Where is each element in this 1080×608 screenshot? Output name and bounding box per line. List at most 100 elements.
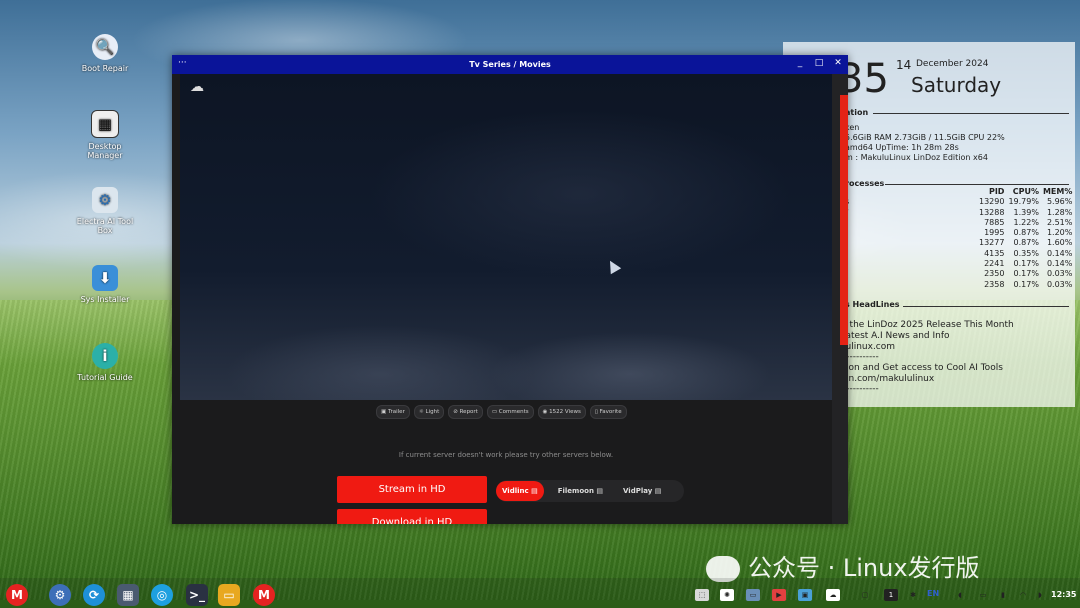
app-store-icon[interactable]: ▦ (117, 584, 139, 606)
pid: 13290 (979, 197, 1005, 207)
desktop-manager-icon: ▦ (91, 110, 119, 138)
server-filemoon[interactable]: Filemoon ▤ (552, 481, 609, 501)
tray-window-icon[interactable]: ▭ (746, 589, 760, 601)
table-row: 7885 1.22% 2.51% (977, 218, 1074, 228)
table-header-row: PID CPU% MEM% (977, 187, 1074, 197)
section-processes: rocesses (845, 179, 885, 188)
desktop-icon-label: Electra AI Tool Box (76, 217, 134, 235)
light-button[interactable]: ☼ Light (413, 405, 445, 419)
pid: 7885 (984, 217, 1005, 227)
desktop-icon-electra-ai[interactable]: ⚙ Electra AI Tool Box (70, 187, 140, 235)
clock-weekday: Saturday (911, 73, 1002, 97)
tray-video-icon[interactable]: ▶ (772, 589, 786, 601)
report-button[interactable]: ⊘ Report (448, 405, 483, 419)
divider (903, 306, 1069, 307)
cpu: 0.17% (1013, 269, 1039, 279)
table-row: 13290 19.79% 5.96% (977, 197, 1074, 207)
browser-icon[interactable]: ◎ (151, 584, 173, 606)
minimize-button[interactable]: _ (794, 58, 806, 68)
desktop-icon-sys-installer[interactable]: ⬇ Sys Installer (70, 265, 140, 304)
makulu-app-icon[interactable]: M (253, 584, 275, 606)
table-row: 2350 0.17% 0.03% (977, 269, 1074, 279)
tray-volume-icon[interactable]: ◗ (1033, 589, 1047, 601)
mouse-cursor-icon (604, 257, 622, 275)
table-row: 13288 1.39% 1.28% (977, 208, 1074, 218)
tray-monitor-icon[interactable]: ▭ (976, 589, 990, 601)
info-line: 5.6GiB RAM 2.73GiB / 11.5GiB CPU 22% (845, 133, 1005, 142)
mem: 1.28% (1046, 207, 1073, 217)
column-header: MEM% (1042, 187, 1073, 196)
desktop-icon-label: Desktop Manager (87, 142, 123, 160)
installer-icon: ⬇ (92, 265, 118, 291)
settings-gear-icon[interactable]: ⚙ (49, 584, 71, 606)
sync-icon[interactable]: ⟳ (83, 584, 105, 606)
desktop-icon-desktop-manager[interactable]: ▦ Desktop Manager (70, 110, 140, 160)
electra-ai-icon: ⚙ (92, 187, 118, 213)
stream-hd-button[interactable]: Stream in HD (337, 476, 487, 503)
comments-button[interactable]: ▭ Comments (486, 405, 534, 419)
tray-ai-icon[interactable]: ✺ (720, 589, 734, 601)
info-line: m : MakuluLinux LinDoz Edition x64 (845, 153, 988, 162)
info-icon: i (92, 343, 118, 369)
tray-usb-icon[interactable]: ⬚ (695, 589, 709, 601)
server-label: VidPlay (623, 487, 653, 495)
server-icon: ▤ (654, 487, 662, 495)
video-actions: ▣ Trailer ☼ Light ⊘ Report ▭ Comments ◉ … (376, 405, 627, 419)
mem: 0.14% (1046, 248, 1073, 258)
tray-weather-icon[interactable]: ☁ (826, 589, 840, 601)
tray-bluetooth-icon[interactable]: ✱ (906, 589, 920, 601)
video-player[interactable]: ☁ (180, 74, 832, 400)
folder-icon[interactable]: ▭ (218, 584, 240, 606)
table-row: 4135 0.35% 0.14% (977, 249, 1074, 259)
server-icon: ▤ (596, 487, 603, 495)
headline: on.com/makululinux (843, 374, 935, 384)
tray-speaker-icon[interactable]: ◖ (953, 589, 967, 601)
desktop-icon-boot-repair[interactable]: 🔍 Boot Repair (70, 34, 140, 73)
window-titlebar[interactable]: ··· Tv Series / Movies _ □ ✕ (172, 55, 848, 74)
server-vidplay[interactable]: VidPlay ▤ (617, 481, 667, 501)
column-header: PID (988, 187, 1005, 196)
mem: 0.14% (1046, 259, 1073, 269)
tray-language[interactable]: EN (927, 589, 939, 598)
divider (873, 113, 1069, 114)
clock-month-year: December 2024 (916, 59, 989, 69)
headline: eon and Get access to Cool AI Tools (843, 363, 1003, 373)
cpu: 0.35% (1013, 248, 1039, 258)
favorite-button[interactable]: ▯ Favorite (589, 405, 627, 419)
pid: 13277 (979, 238, 1005, 248)
maximize-button[interactable]: □ (813, 58, 825, 68)
desktop-icon-tutorial-guide[interactable]: i Tutorial Guide (70, 343, 140, 382)
pid: 1995 (984, 228, 1005, 238)
mem: 5.96% (1046, 197, 1073, 207)
table-row: 1995 0.87% 1.20% (977, 228, 1074, 238)
cpu: 0.17% (1013, 259, 1039, 269)
mem: 2.51% (1046, 217, 1073, 227)
pid: 4135 (984, 248, 1005, 258)
server-icon: ▤ (531, 487, 538, 495)
tray-wifi-icon[interactable]: ◠ (1016, 589, 1030, 601)
headline: latest A.I News and Info (843, 331, 950, 341)
cpu: 0.17% (1013, 279, 1039, 289)
server-vidlinc[interactable]: Vidlinc ▤ (496, 481, 544, 501)
tray-image-icon[interactable]: ▣ (798, 589, 812, 601)
download-hd-button[interactable]: Download in HD (337, 509, 487, 524)
server-label: Vidlinc (502, 487, 529, 495)
cpu: 0.87% (1013, 228, 1039, 238)
taskbar-clock[interactable]: 12:35 (1051, 590, 1076, 599)
headline: ----------- (843, 384, 879, 394)
start-menu-icon[interactable]: M (6, 584, 28, 606)
tray-network-icon[interactable]: ▢ (858, 589, 872, 601)
server-note: If current server doesn't work please tr… (398, 451, 614, 459)
table-row: 2358 0.17% 0.03% (977, 280, 1074, 290)
pid: 2241 (984, 259, 1005, 269)
divider (885, 184, 1069, 185)
cpu: 19.79% (1008, 197, 1039, 207)
cloud-icon[interactable]: ☁ (190, 79, 204, 95)
tray-battery-icon[interactable]: ▮ (996, 589, 1010, 601)
scrollbar-thumb[interactable] (840, 95, 848, 345)
terminal-icon[interactable]: >_ (186, 584, 208, 606)
close-button[interactable]: ✕ (832, 58, 844, 68)
column-header: CPU% (1012, 187, 1039, 196)
trailer-button[interactable]: ▣ Trailer (376, 405, 410, 419)
tray-notification-badge[interactable]: 1 (884, 589, 898, 601)
